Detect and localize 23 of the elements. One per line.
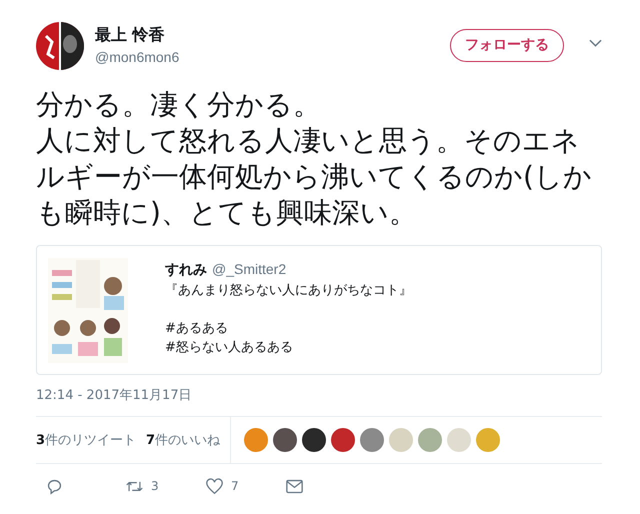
tweet-text: 人に対して怒れる人凄いと思う。そのエネルギーが一体何処から沸いてくるのか(しかも瞬時に)、とても興味深い。 — [36, 123, 593, 231]
chevron-down-icon[interactable] — [589, 39, 602, 47]
follow-button[interactable]: フォローする — [450, 28, 564, 62]
stat-link[interactable]: 3件のリツイート — [36, 431, 136, 449]
quoted-tweet-text: 『あんまり怒らない人にありがちなコト』 — [165, 282, 412, 300]
action-count: 3 — [151, 479, 159, 493]
liker-avatar[interactable] — [302, 428, 326, 452]
quoted-author-name: すれみ — [165, 262, 207, 278]
quoted-author-handle: @_Smitter2 — [212, 261, 286, 277]
action-count: 7 — [231, 479, 239, 493]
tweet-text: 分かる。凄く分かる。 — [36, 87, 322, 123]
hashtag-link[interactable]: #あるある — [165, 319, 412, 338]
quoted-tweet-card[interactable]: すれみ @_Smitter2 『あんまり怒らない人にありがちなコト』 #あるある #怒らない人あるある — [36, 245, 602, 375]
liker-avatar[interactable] — [273, 428, 298, 452]
author-handle[interactable]: @mon6mon6 — [95, 47, 450, 67]
hashtag-link[interactable]: #怒らない人あるある — [165, 338, 412, 357]
heart-icon[interactable] — [206, 478, 223, 494]
timestamp[interactable]: 12:14 - 2017年11月17日 — [36, 387, 602, 405]
stat-link[interactable]: 7件のいいね — [146, 431, 220, 449]
avatar[interactable] — [36, 22, 84, 70]
author-name[interactable]: 最上 怜香 — [95, 25, 450, 45]
envelope-icon[interactable] — [286, 478, 303, 494]
reply-icon[interactable] — [46, 478, 63, 494]
